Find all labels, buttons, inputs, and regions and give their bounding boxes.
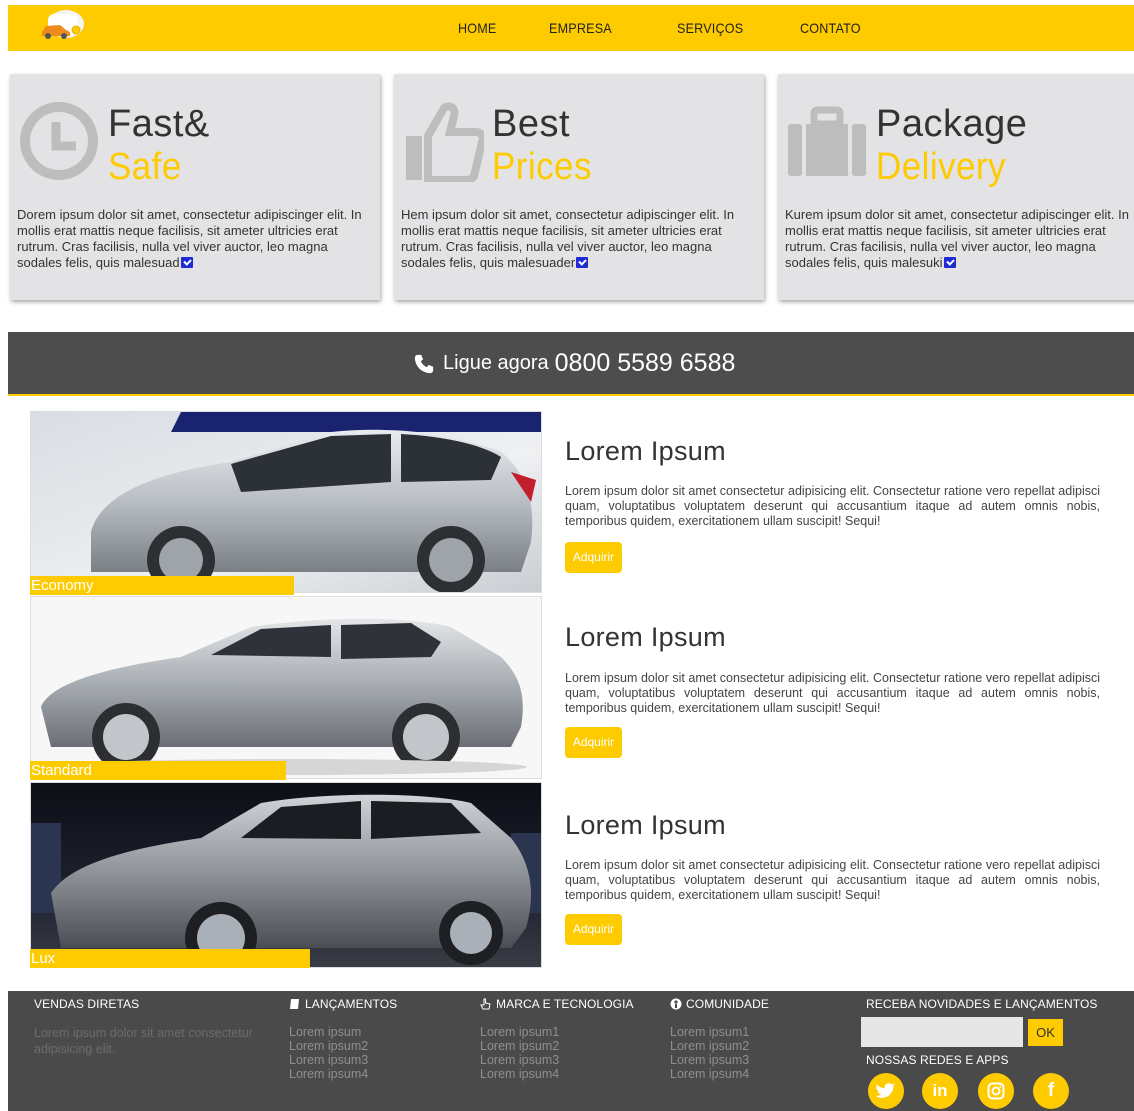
footer-heading: RECEBA NOVIDADES E LANÇAMENTOS [866,997,1098,1011]
feature-title-primary: Package [876,103,1028,145]
feature-card-fast-safe: Fast& Safe Dorem ipsum dolor sit amet, c… [10,74,380,300]
footer-lancamentos: LANÇAMENTOS Lorem ipsum Lorem ipsum2 Lor… [289,997,397,1081]
footer-link[interactable]: Lorem ipsum3 [670,1053,769,1067]
feature-desc-text: Hem ipsum dolor sit amet, consectetur ad… [401,207,735,270]
check-icon[interactable] [180,257,193,268]
phone-icon [414,354,434,373]
footer-link[interactable]: Lorem ipsum4 [289,1067,397,1081]
nav-contato[interactable]: CONTATO [800,20,861,36]
car-tag-economy: Economy [30,576,294,595]
feature-description: Kurem ipsum dolor sit amet, consectetur … [785,207,1134,271]
newsletter-email-input[interactable] [861,1017,1023,1047]
car-image-standard [30,596,542,779]
car-image-economy [30,411,542,593]
car-title: Lorem Ipsum [565,436,726,466]
thumbs-up-icon [406,102,484,182]
feature-card-best-prices: Best Prices Hem ipsum dolor sit amet, co… [394,74,764,300]
hand-pointer-icon [480,998,491,1010]
footer-heading-row: MARCA E TECNOLOGIA [480,997,634,1011]
footer-link[interactable]: Lorem ipsum2 [670,1039,769,1053]
facebook-icon[interactable]: f [1033,1073,1069,1109]
instagram-icon[interactable] [978,1073,1014,1109]
car-title: Lorem Ipsum [565,622,726,652]
footer-heading-row: COMUNIDADE [670,997,769,1011]
check-icon[interactable] [943,257,956,268]
car-description: Lorem ipsum dolor sit amet consectetur a… [565,484,1100,528]
feature-title-accent: Delivery [876,146,1006,188]
feature-title-accent: Prices [492,146,592,188]
car-description: Lorem ipsum dolor sit amet consectetur a… [565,858,1100,902]
nav-home[interactable]: HOME [458,20,497,36]
footer-link[interactable]: Lorem ipsum3 [289,1053,397,1067]
newsletter-ok-button[interactable]: OK [1028,1019,1063,1046]
footer-marca: MARCA E TECNOLOGIA Lorem ipsum1 Lorem ip… [480,997,634,1081]
phone-number[interactable]: 0800 5589 6588 [555,349,736,378]
community-icon [670,998,682,1010]
footer-link[interactable]: Lorem ipsum3 [480,1053,634,1067]
logo-icon[interactable] [36,6,88,44]
call-label: Ligue agora [443,352,549,374]
book-icon [290,999,299,1009]
feature-description: Dorem ipsum dolor sit amet, consectetur … [17,207,375,271]
footer-link[interactable]: Lorem ipsum2 [480,1039,634,1053]
footer-link[interactable]: Lorem ipsum [289,1025,397,1039]
car-image-lux [30,782,542,968]
footer-newsletter: RECEBA NOVIDADES E LANÇAMENTOS [866,997,1098,1011]
car-title: Lorem Ipsum [565,810,726,840]
clock-icon [20,102,98,180]
top-navbar: HOME EMPRESA SERVIÇOS CONTATO [8,5,1134,51]
footer-heading: COMUNIDADE [686,997,770,1011]
footer: VENDAS DIRETAS Lorem ipsum dolor sit ame… [8,991,1134,1111]
footer-link[interactable]: Lorem ipsum2 [289,1039,397,1053]
feature-title-primary: Best [492,103,571,145]
footer-text: Lorem ipsum dolor sit amet consectetur a… [34,1026,253,1056]
feature-description: Hem ipsum dolor sit amet, consectetur ad… [401,207,759,271]
car-tag-lux: Lux [30,949,310,968]
call-now-bar: Ligue agora 0800 5589 6588 [8,332,1134,396]
buy-button-standard[interactable]: Adquirir [565,727,622,758]
footer-social-heading-wrap: NOSSAS REDES E APPS [866,1053,1009,1067]
footer-heading: VENDAS DIRETAS [34,997,140,1011]
feature-title-accent: Safe [108,146,182,188]
twitter-icon[interactable] [868,1073,904,1109]
footer-link[interactable]: Lorem ipsum1 [480,1025,634,1039]
footer-heading-row: LANÇAMENTOS [289,997,397,1011]
footer-heading: LANÇAMENTOS [305,997,398,1011]
briefcase-icon [788,106,866,176]
nav-empresa[interactable]: EMPRESA [549,20,612,36]
car-description: Lorem ipsum dolor sit amet consectetur a… [565,671,1100,715]
footer-link[interactable]: Lorem ipsum1 [670,1025,769,1039]
buy-button-lux[interactable]: Adquirir [565,914,622,945]
footer-comunidade: COMUNIDADE Lorem ipsum1 Lorem ipsum2 Lor… [670,997,769,1081]
footer-heading: MARCA E TECNOLOGIA [496,997,634,1011]
footer-link[interactable]: Lorem ipsum4 [670,1067,769,1081]
feature-desc-text: Kurem ipsum dolor sit amet, consectetur … [785,207,1129,270]
footer-link[interactable]: Lorem ipsum4 [480,1067,634,1081]
feature-card-package-delivery: Package Delivery Kurem ipsum dolor sit a… [778,74,1134,300]
car-tag-standard: Standard [30,761,286,780]
check-icon[interactable] [576,257,589,268]
footer-heading: NOSSAS REDES E APPS [866,1053,1009,1067]
buy-button-economy[interactable]: Adquirir [565,542,622,573]
feature-title-primary: Fast& [108,103,210,145]
footer-vendas: VENDAS DIRETAS Lorem ipsum dolor sit ame… [34,997,264,1057]
linkedin-icon[interactable]: in [922,1073,958,1109]
nav-servicos[interactable]: SERVIÇOS [677,20,743,36]
